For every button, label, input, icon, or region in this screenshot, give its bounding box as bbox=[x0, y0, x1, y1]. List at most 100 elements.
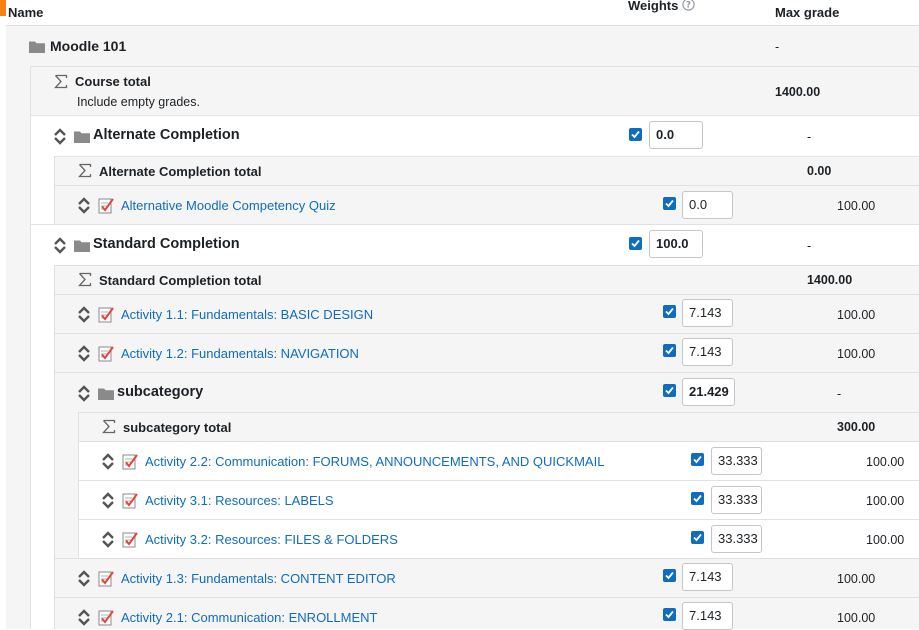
assignment-icon bbox=[98, 610, 114, 626]
max-grade: 100.00 bbox=[866, 455, 905, 469]
category-name: subcategory bbox=[117, 384, 204, 400]
move-icon[interactable] bbox=[100, 453, 116, 470]
divider bbox=[54, 333, 919, 334]
grade-item-link[interactable]: Activity 2.2: Communication: FORUMS, ANN… bbox=[145, 454, 604, 469]
move-icon[interactable] bbox=[52, 128, 68, 145]
max-grade: 100.00 bbox=[837, 347, 876, 361]
weight-input[interactable]: 7.143 bbox=[682, 602, 733, 630]
folder-icon bbox=[74, 240, 90, 252]
move-icon[interactable] bbox=[76, 609, 92, 626]
grade-item-link[interactable]: Activity 2.1: Communication: ENROLLMENT bbox=[121, 610, 377, 625]
weight-input[interactable]: 0.0 bbox=[682, 191, 733, 219]
help-icon[interactable]: ? bbox=[682, 0, 695, 11]
weight-override-checkbox[interactable] bbox=[629, 128, 642, 141]
svg-text:?: ? bbox=[686, 1, 691, 11]
move-icon[interactable] bbox=[76, 306, 92, 323]
weights-column-header: Weights ? bbox=[628, 0, 695, 13]
weight-override-checkbox[interactable] bbox=[663, 344, 676, 357]
divider bbox=[54, 185, 919, 186]
grade-item-link[interactable]: Activity 1.1: Fundamentals: BASIC DESIGN bbox=[121, 307, 373, 322]
sigma-icon bbox=[78, 272, 92, 287]
weight-input[interactable]: 7.143 bbox=[682, 563, 733, 591]
weight-input[interactable]: 100.0 bbox=[649, 230, 703, 258]
move-icon[interactable] bbox=[76, 385, 92, 402]
name-column-header: Name bbox=[8, 5, 44, 20]
weight-override-checkbox[interactable] bbox=[629, 237, 642, 250]
weight-input[interactable]: 7.143 bbox=[682, 338, 733, 366]
weight-input[interactable]: 7.143 bbox=[682, 299, 733, 327]
weight-override-checkbox[interactable] bbox=[691, 531, 704, 544]
assignment-icon bbox=[122, 493, 138, 509]
move-icon[interactable] bbox=[76, 197, 92, 214]
divider bbox=[54, 558, 919, 559]
grade-item-link[interactable]: Activity 1.2: Fundamentals: NAVIGATION bbox=[121, 346, 359, 361]
sigma-icon bbox=[54, 74, 68, 89]
divider bbox=[78, 412, 79, 558]
divider bbox=[30, 224, 919, 225]
move-icon[interactable] bbox=[100, 492, 116, 509]
weight-override-checkbox[interactable] bbox=[691, 492, 704, 505]
category-total-label: Standard Completion total bbox=[99, 273, 262, 288]
category-total-label: Alternate Completion total bbox=[99, 164, 262, 179]
weight-override-checkbox[interactable] bbox=[691, 453, 704, 466]
category-name: Standard Completion bbox=[93, 236, 240, 252]
max-grade: 0.00 bbox=[807, 164, 832, 178]
weight-input[interactable]: 0.0 bbox=[649, 121, 703, 149]
weight-input[interactable]: 33.333 bbox=[711, 525, 762, 553]
divider bbox=[54, 372, 919, 373]
sigma-icon bbox=[78, 163, 92, 178]
assignment-icon bbox=[98, 571, 114, 587]
weights-header-label: Weights bbox=[628, 0, 679, 13]
divider bbox=[30, 66, 31, 629]
max-grade: 100.00 bbox=[837, 199, 876, 213]
max-grade: 100.00 bbox=[837, 308, 876, 322]
weight-override-checkbox[interactable] bbox=[663, 197, 676, 210]
weight-input[interactable]: 33.333 bbox=[711, 486, 762, 514]
weight-input[interactable]: 33.333 bbox=[711, 447, 762, 475]
weight-input[interactable]: 21.429 bbox=[682, 378, 735, 406]
divider bbox=[54, 266, 55, 629]
grade-item-link[interactable]: Alternative Moodle Competency Quiz bbox=[121, 198, 336, 213]
max-grade: 100.00 bbox=[866, 533, 905, 547]
divider bbox=[30, 115, 919, 116]
move-icon[interactable] bbox=[100, 531, 116, 548]
divider bbox=[78, 441, 919, 442]
assignment-icon bbox=[98, 198, 114, 214]
divider bbox=[30, 66, 919, 67]
weight-override-checkbox[interactable] bbox=[663, 305, 676, 318]
weight-override-checkbox[interactable] bbox=[663, 384, 676, 397]
assignment-icon bbox=[122, 532, 138, 548]
divider bbox=[6, 25, 919, 26]
move-icon[interactable] bbox=[52, 237, 68, 254]
page-corner-accent bbox=[0, 0, 6, 16]
assignment-icon bbox=[98, 307, 114, 323]
assignment-icon bbox=[98, 346, 114, 362]
divider bbox=[54, 597, 919, 598]
divider bbox=[54, 156, 55, 224]
grade-item-link[interactable]: Activity 1.3: Fundamentals: CONTENT EDIT… bbox=[121, 571, 396, 586]
category-name: Moodle 101 bbox=[50, 38, 127, 54]
grade-item-link[interactable]: Activity 3.1: Resources: LABELS bbox=[145, 493, 334, 508]
sigma-icon bbox=[102, 419, 116, 434]
max-grade: 100.00 bbox=[837, 572, 876, 586]
category-total-label: subcategory total bbox=[123, 420, 232, 435]
assignment-icon bbox=[122, 454, 138, 470]
divider bbox=[78, 519, 919, 520]
folder-icon bbox=[29, 41, 45, 53]
max-grade: - bbox=[807, 239, 812, 253]
divider bbox=[78, 412, 919, 413]
max-grade: 100.00 bbox=[866, 494, 905, 508]
weight-override-checkbox[interactable] bbox=[663, 569, 676, 582]
weight-override-checkbox[interactable] bbox=[663, 608, 676, 621]
folder-icon bbox=[98, 388, 114, 400]
max-grade: 1400.00 bbox=[775, 85, 821, 99]
max-grade-column-header: Max grade bbox=[775, 5, 840, 20]
category-name: Alternate Completion bbox=[93, 127, 240, 143]
move-icon[interactable] bbox=[76, 345, 92, 362]
max-grade: 100.00 bbox=[837, 611, 876, 625]
folder-icon bbox=[74, 131, 90, 143]
grade-item-link[interactable]: Activity 3.2: Resources: FILES & FOLDERS bbox=[145, 532, 398, 547]
move-icon[interactable] bbox=[76, 570, 92, 587]
max-grade: - bbox=[837, 387, 842, 401]
max-grade: 1400.00 bbox=[807, 273, 853, 287]
